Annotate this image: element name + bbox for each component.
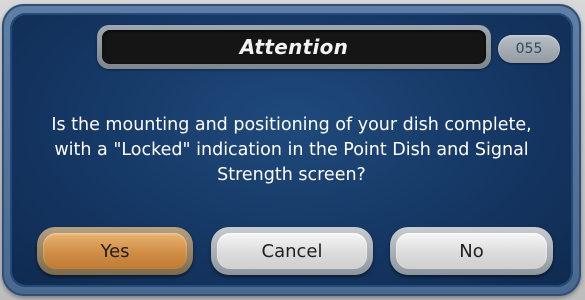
no-button[interactable]: No <box>390 227 553 275</box>
title-bar-inner: Attention <box>102 30 486 64</box>
message-line: Strength screen? <box>217 165 366 185</box>
title-bar: Attention <box>97 25 491 69</box>
no-button-label: No <box>396 233 547 269</box>
dialog-title: Attention <box>239 35 349 59</box>
yes-button[interactable]: Yes <box>37 227 193 275</box>
cancel-button-label: Cancel <box>217 233 367 269</box>
dialog-message: Is the mounting and positioning of your … <box>20 113 563 188</box>
tv-screen: Attention 055 Is the mounting and positi… <box>0 0 585 300</box>
screen-code-badge: 055 <box>498 35 560 63</box>
cancel-button[interactable]: Cancel <box>211 227 373 275</box>
message-line: Is the mounting and positioning of your … <box>51 115 532 135</box>
yes-button-label: Yes <box>43 233 187 269</box>
message-line: with a "Locked" indication in the Point … <box>54 140 529 160</box>
